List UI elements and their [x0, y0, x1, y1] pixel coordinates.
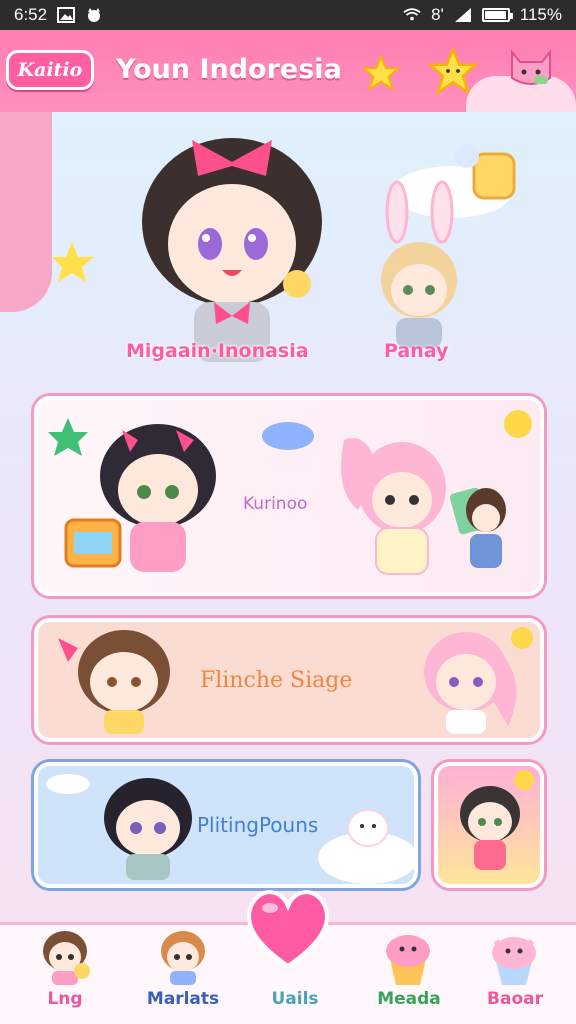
side-decoration	[0, 112, 52, 312]
card3-label: PlitingPouns	[197, 813, 319, 837]
heart-icon[interactable]	[240, 880, 336, 976]
cat-icon	[88, 8, 101, 22]
nav-item-meada[interactable]: Meada	[354, 925, 464, 1024]
nav-item-lng[interactable]: Lng	[10, 925, 120, 1024]
image-icon	[57, 7, 76, 23]
nav-label-lng: Lng	[47, 989, 83, 1009]
character-card-4[interactable]	[434, 762, 544, 888]
girl-icon	[161, 931, 205, 985]
nav-label-marlats: Marlats	[146, 989, 220, 1009]
signal-icon	[454, 8, 471, 22]
status-time: 6:52	[14, 5, 48, 24]
card4-illustration	[460, 770, 534, 870]
battery-fill	[484, 11, 506, 19]
status-bar: 6:52 8' 115%	[0, 0, 576, 30]
girl-icon	[43, 931, 90, 985]
star-icon[interactable]	[362, 54, 400, 92]
app-logo[interactable]: Kaitio	[6, 50, 94, 90]
wifi-icon	[403, 8, 421, 21]
network-indicator: 8'	[431, 5, 444, 24]
hero-right-caption: Panay	[384, 340, 449, 362]
battery-percent: 115%	[519, 5, 562, 24]
cupcake-icon	[492, 937, 536, 985]
nav-item-baoar[interactable]: Baoar	[460, 925, 570, 1024]
app-header: Kaitio Youn Indoresia	[0, 30, 576, 116]
cupcake-icon	[386, 935, 430, 985]
battery-icon	[481, 8, 513, 22]
app-title: Youn Indoresia	[116, 54, 342, 85]
nav-label-uails: Uails	[271, 989, 319, 1009]
hero-left-caption: Migaain·Inonasia	[126, 340, 309, 362]
nav-label-meada: Meada	[377, 989, 441, 1009]
card2-label: Flinche Siage	[200, 668, 353, 693]
cat-icon[interactable]	[506, 44, 556, 90]
nav-label-baoar: Baoar	[487, 989, 543, 1009]
card1-label: Kurinoo	[243, 494, 308, 514]
nav-item-marlats[interactable]: Marlats	[128, 925, 238, 1024]
